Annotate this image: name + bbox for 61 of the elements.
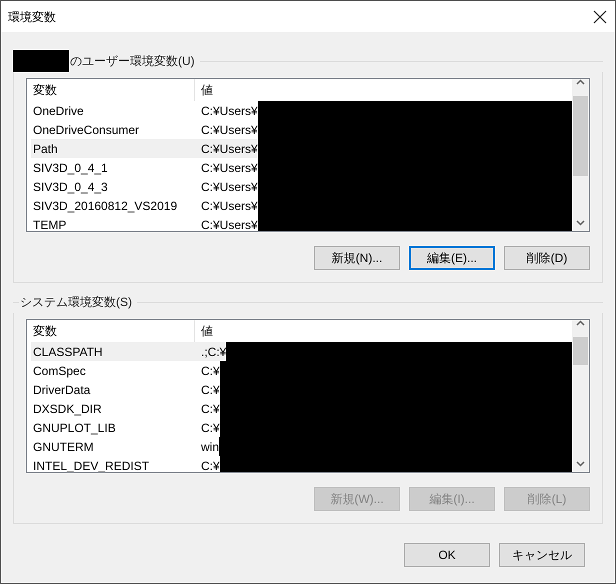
list-row[interactable]: DXSDK_DIR C:¥ xyxy=(31,399,572,418)
action-button[interactable]: 削除(D) xyxy=(504,246,590,270)
variable-value: C:¥ xyxy=(200,362,220,380)
group-label: のユーザー環境変数(U) xyxy=(69,53,196,70)
variable-name: GNUTERM xyxy=(32,438,95,456)
group-label: システム環境変数(S) xyxy=(19,294,133,311)
action-button[interactable]: 編集(E)... xyxy=(409,246,495,270)
variable-name: SIV3D_0_4_3 xyxy=(32,178,109,196)
column-header[interactable]: 値 xyxy=(195,322,572,340)
column-header[interactable]: 変数 xyxy=(27,79,195,101)
scrollbar-thumb[interactable] xyxy=(573,337,588,365)
redaction-block xyxy=(13,50,69,72)
list-row[interactable]: INTEL_DEV_REDIST C:¥ xyxy=(31,456,572,472)
dialog-button[interactable]: OK xyxy=(404,543,490,567)
variable-value: C:¥Users¥ xyxy=(200,122,258,138)
scrollbar[interactable] xyxy=(572,320,589,472)
variable-value: .;C:¥ xyxy=(200,344,226,360)
variable-name: SIV3D_20160812_VS2019 xyxy=(32,198,178,214)
list-row[interactable]: GNUTERM win xyxy=(31,437,572,456)
variable-name: CLASSPATH xyxy=(32,344,104,360)
list-row[interactable]: ComSpec C:¥ xyxy=(31,361,572,380)
variable-value: C:¥Users¥ xyxy=(200,198,258,214)
list-row[interactable]: DriverData C:¥ xyxy=(31,380,572,399)
variable-name: GNUPLOT_LIB xyxy=(32,420,117,436)
variable-list[interactable]: 変数 値 OneDrive C:¥Users¥ OneDriveConsumer C:¥Users¥ Path C:¥Users¥ SIV3D_0_4_1 C:¥Users¥ SIV3D_0_4_3 C:¥Users¥ SIV3D_20160812_VS2019 C:¥Users¥ TEMP C:¥Users¥ xyxy=(26,78,590,232)
variable-name: OneDriveConsumer xyxy=(32,122,140,138)
list-row[interactable]: SIV3D_0_4_3 C:¥Users¥ xyxy=(31,177,572,196)
dialog-button[interactable]: キャンセル xyxy=(499,543,585,567)
list-row[interactable]: SIV3D_20160812_VS2019 C:¥Users¥ xyxy=(31,196,572,215)
variable-value: C:¥ xyxy=(200,458,220,472)
variable-name: Path xyxy=(32,140,59,158)
list-row[interactable]: OneDrive C:¥Users¥ xyxy=(31,101,572,120)
list-row[interactable]: GNUPLOT_LIB C:¥ xyxy=(31,418,572,437)
list-row[interactable]: TEMP C:¥Users¥ xyxy=(31,215,572,231)
variable-value: C:¥Users¥ xyxy=(200,102,258,120)
variable-name: DXSDK_DIR xyxy=(32,400,103,418)
variable-list[interactable]: 変数 値 CLASSPATH .;C:¥ ComSpec C:¥ DriverData C:¥ DXSDK_DIR C:¥ GNUPLOT_LIB C:¥ GNUTERM win INTEL_DEV_REDIST C:¥ xyxy=(26,319,590,473)
list-row[interactable]: CLASSPATH .;C:¥ xyxy=(31,342,572,361)
list-row[interactable]: SIV3D_0_4_1 C:¥Users¥ xyxy=(31,158,572,177)
variable-value: C:¥ xyxy=(200,400,220,418)
variable-value: C:¥ xyxy=(200,420,220,436)
variable-value: C:¥Users¥ xyxy=(200,140,258,158)
variable-name: TEMP xyxy=(32,216,68,231)
variable-name: OneDrive xyxy=(32,102,85,120)
variable-value: C:¥Users¥ xyxy=(200,160,258,176)
action-button[interactable]: 新規(N)... xyxy=(314,246,400,270)
variable-name: ComSpec xyxy=(32,362,87,380)
variable-name: INTEL_DEV_REDIST xyxy=(32,458,150,472)
variable-value: C:¥Users¥ xyxy=(200,178,258,196)
window-title: 環境変数 xyxy=(8,8,56,26)
variable-name: SIV3D_0_4_1 xyxy=(32,160,109,176)
variable-value: C:¥Users¥ xyxy=(200,216,258,231)
scrollbar-thumb[interactable] xyxy=(573,96,588,176)
list-row[interactable]: Path C:¥Users¥ xyxy=(31,139,572,158)
list-row[interactable]: OneDriveConsumer C:¥Users¥ xyxy=(31,120,572,139)
column-header[interactable]: 値 xyxy=(195,81,572,99)
variable-name: DriverData xyxy=(32,382,92,398)
close-icon[interactable] xyxy=(593,10,607,24)
variable-value: C:¥ xyxy=(200,382,220,398)
scrollbar[interactable] xyxy=(572,79,589,231)
variable-value: win xyxy=(200,438,220,456)
